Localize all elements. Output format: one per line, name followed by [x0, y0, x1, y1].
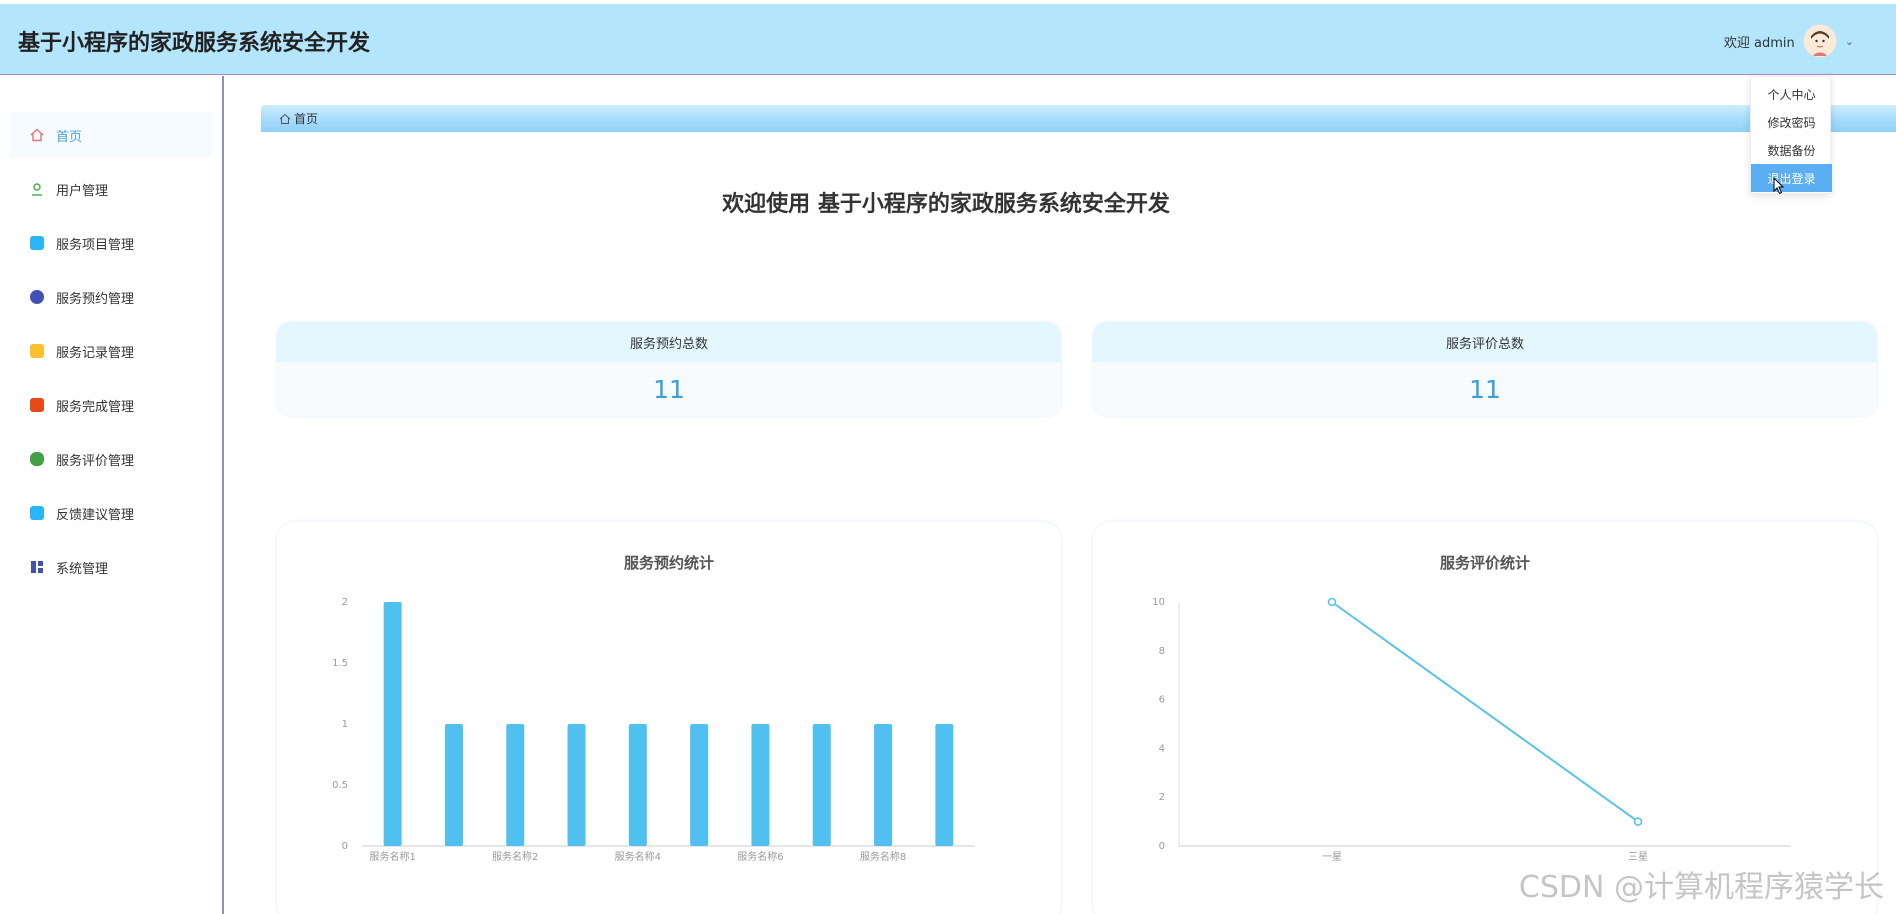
sidebar-item-service-records[interactable]: 服务记录管理 — [10, 328, 212, 374]
stat-card-reviews: 服务评价总数 11 — [1093, 322, 1877, 416]
sidebar-item-service-reviews[interactable]: 服务评价管理 — [10, 436, 212, 482]
sidebar-item-feedback[interactable]: 反馈建议管理 — [10, 490, 212, 536]
stat-card-appointments: 服务预约总数 11 — [277, 322, 1061, 416]
bar-chart: 0 0.5 1 1.5 2 服务名称1 服务名称2 服务名称4 服务名称6 服务名称8 — [332, 597, 975, 863]
y-tick-label: 1.5 — [332, 658, 348, 669]
chart-card-appointments: 服务预约统计 0 0.5 1 1.5 2 服务名称1 服务名称2 服务名称4 服务名称6 服务名称… — [277, 522, 1061, 914]
sidebar-item-system[interactable]: 系统管理 — [10, 544, 212, 590]
y-tick-label: 0.5 — [332, 780, 348, 791]
system-icon — [31, 561, 43, 573]
review-icon — [30, 452, 44, 466]
breadcrumb-home[interactable]: 首页 — [294, 110, 318, 127]
bar — [874, 724, 893, 846]
x-tick-label: 服务名称6 — [737, 850, 783, 863]
line-chart: 0246810一星 三星 — [1152, 597, 1791, 863]
y-tick-label: 8 — [1159, 646, 1165, 657]
sidebar-item-label: 首页 — [56, 129, 83, 145]
data-point — [1633, 817, 1643, 826]
x-tick-label: 服务名称4 — [615, 850, 661, 863]
home-icon — [279, 113, 291, 124]
y-tick-label: 2 — [1159, 792, 1165, 803]
appointment-icon — [30, 290, 44, 304]
user-menu[interactable]: 欢迎 admin ⌄ — [1724, 24, 1854, 58]
mouse-cursor-icon — [1773, 177, 1785, 195]
y-tick-label: 0 — [342, 841, 348, 852]
sidebar-item-home[interactable]: 首页 — [10, 112, 212, 158]
menu-item-logout[interactable]: 退出登录 — [1751, 164, 1832, 192]
project-icon — [30, 236, 44, 250]
sidebar-item-label: 用户管理 — [56, 183, 109, 199]
menu-item-data-backup[interactable]: 数据备份 — [1751, 136, 1832, 164]
bar — [506, 724, 525, 846]
bar — [751, 724, 770, 846]
stat-label: 服务预约总数 — [277, 322, 1061, 362]
x-tick-label: 服务名称2 — [492, 850, 538, 863]
stat-value: 11 — [1469, 374, 1501, 404]
record-icon — [30, 344, 44, 358]
welcome-title: 欢迎使用 基于小程序的家政服务系统安全开发 — [722, 192, 1170, 217]
sidebar-item-service-completion[interactable]: 服务完成管理 — [10, 382, 212, 428]
data-point — [1327, 597, 1337, 607]
sidebar: 首页 用户管理 服务项目管理 服务预约管理 服务记录管理 服务完成管理 服务评价… — [0, 76, 224, 914]
y-tick-label: 10 — [1152, 597, 1165, 608]
sidebar-item-service-appointments[interactable]: 服务预约管理 — [10, 274, 212, 320]
sidebar-item-label: 系统管理 — [56, 561, 109, 577]
top-header: 基于小程序的家政服务系统安全开发 欢迎 admin ⌄ — [0, 4, 1896, 75]
sidebar-item-users[interactable]: 用户管理 — [10, 166, 212, 212]
y-tick-label: 0 — [1159, 841, 1165, 852]
bar — [690, 724, 709, 846]
chart-card-reviews: 服务评价统计 0 2 4 6 8 10 一星 三星 — [1093, 522, 1877, 914]
x-tick-label: 服务名称1 — [369, 850, 415, 863]
sidebar-item-label: 服务评价管理 — [56, 453, 135, 469]
series-line — [1331, 601, 1639, 823]
bar — [444, 724, 463, 846]
sidebar-item-label: 服务项目管理 — [56, 237, 135, 253]
x-tick-label: 一星 — [1322, 851, 1342, 863]
feedback-icon — [30, 506, 44, 520]
bar — [628, 724, 647, 846]
sidebar-item-label: 服务完成管理 — [56, 399, 135, 415]
stat-value: 11 — [653, 374, 685, 404]
bar — [812, 724, 831, 846]
chevron-down-icon[interactable]: ⌄ — [1845, 35, 1854, 48]
complete-icon — [30, 398, 44, 412]
welcome-user-text: 欢迎 admin — [1723, 35, 1795, 51]
user-avatar-icon — [1804, 26, 1835, 56]
bar — [567, 724, 586, 846]
app-title: 基于小程序的家政服务系统安全开发 — [18, 31, 371, 56]
bar — [383, 602, 402, 846]
user-icon — [32, 183, 42, 196]
y-tick-label: 4 — [1159, 743, 1165, 754]
sidebar-item-service-projects[interactable]: 服务项目管理 — [10, 220, 212, 266]
menu-item-change-password[interactable]: 修改密码 — [1751, 108, 1832, 136]
x-tick-label: 服务名称8 — [860, 850, 906, 863]
watermark: CSDN @计算机程序猿学长 — [1518, 870, 1884, 905]
home-icon — [30, 128, 44, 142]
y-tick-label: 6 — [1159, 695, 1165, 706]
avatar[interactable] — [1802, 24, 1837, 58]
y-tick-label: 2 — [342, 597, 348, 608]
menu-item-profile[interactable]: 个人中心 — [1751, 80, 1832, 108]
y-tick-label: 1 — [342, 719, 348, 730]
stat-label: 服务评价总数 — [1093, 322, 1877, 362]
breadcrumb: 首页 — [261, 105, 1896, 132]
sidebar-item-label: 反馈建议管理 — [56, 507, 135, 523]
user-dropdown-menu: 个人中心 修改密码 数据备份 退出登录 — [1750, 76, 1832, 194]
bar — [935, 724, 954, 846]
sidebar-item-label: 服务记录管理 — [56, 345, 135, 361]
sidebar-item-label: 服务预约管理 — [56, 291, 135, 307]
